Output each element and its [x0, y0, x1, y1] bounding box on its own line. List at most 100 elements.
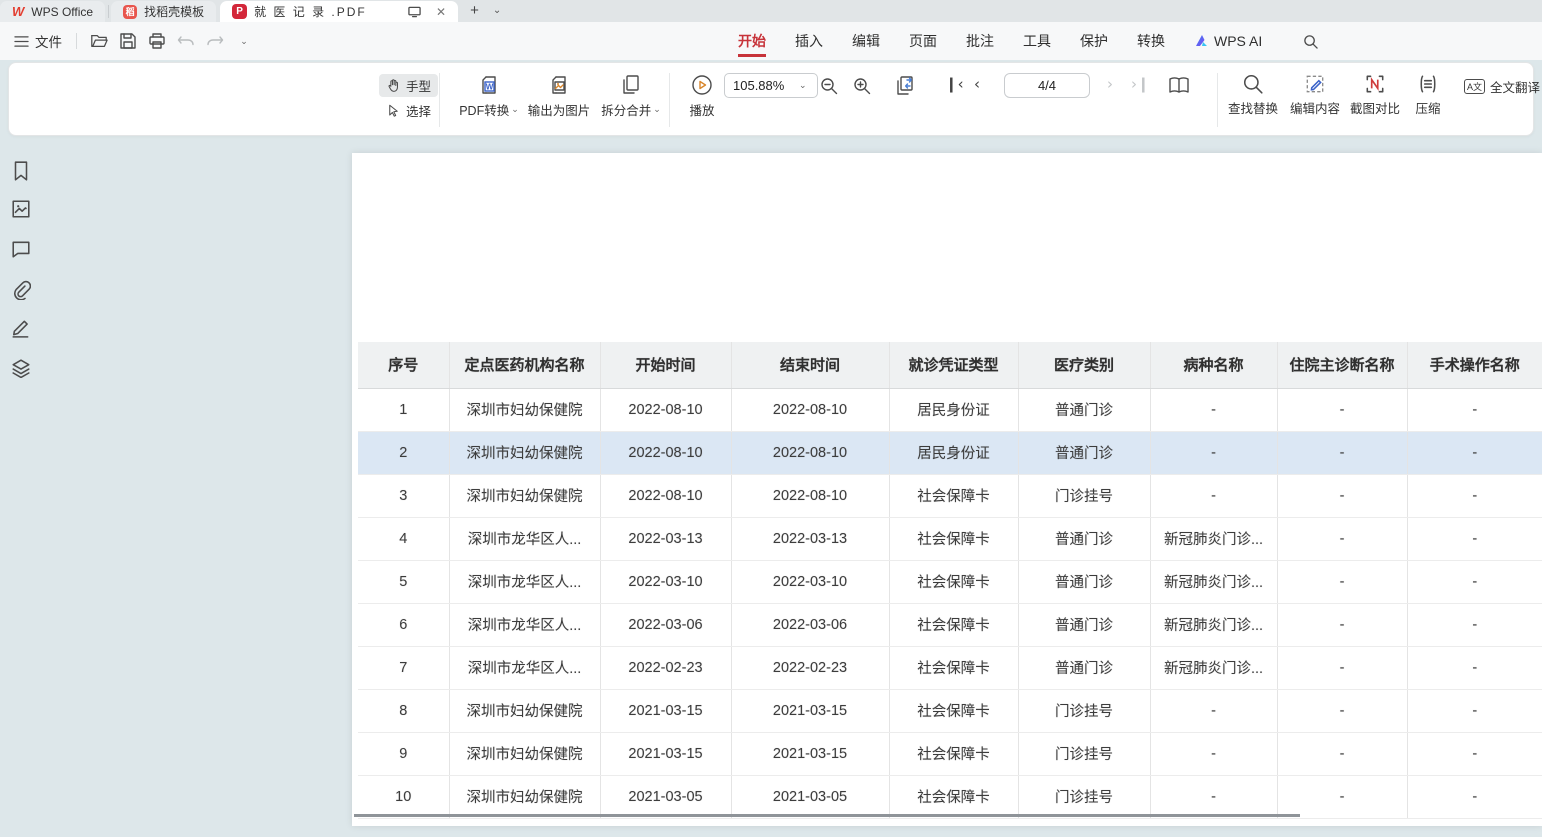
table-cell: 深圳市龙华区人... — [449, 517, 600, 560]
tab-wps-office[interactable]: W WPS Office — [0, 1, 105, 22]
find-replace-icon — [1242, 73, 1264, 95]
first-page-button[interactable]: ❙‹ — [945, 75, 964, 93]
table-cell: 2022-02-23 — [731, 646, 889, 689]
table-cell: 5 — [358, 560, 449, 603]
quick-access-chevron-icon[interactable]: ⌄ — [234, 31, 254, 51]
table-row: 6深圳市龙华区人...2022-03-062022-03-06社会保障卡普通门诊… — [358, 603, 1542, 646]
pdf-convert-button[interactable]: W PDF转换⌄ — [452, 73, 526, 119]
comments-panel-icon[interactable] — [11, 240, 33, 262]
table-cell: 深圳市妇幼保健院 — [449, 689, 600, 732]
new-tab-button[interactable]: + — [470, 2, 479, 19]
zoom-level-select[interactable]: ⌄ — [724, 73, 818, 98]
hand-tool-button[interactable]: 手型 — [379, 74, 438, 97]
split-merge-button[interactable]: 拆分合并⌄ — [594, 73, 668, 119]
ribbon-tab-page[interactable]: 页面 — [909, 23, 937, 59]
hand-icon — [386, 78, 401, 93]
ribbon-tab-convert[interactable]: 转换 — [1137, 23, 1165, 59]
close-tab-icon[interactable]: ✕ — [436, 5, 446, 19]
tab-label: 找稻壳模板 — [144, 3, 204, 20]
table-cell: - — [1277, 431, 1407, 474]
print-icon[interactable] — [147, 31, 167, 51]
table-cell: - — [1407, 388, 1542, 431]
thumbnails-panel-icon[interactable] — [11, 199, 33, 221]
page-number-input[interactable] — [1005, 74, 1089, 97]
screenshot-compare-button[interactable]: 截图对比 — [1343, 73, 1407, 117]
bookmarks-panel-icon[interactable] — [11, 160, 33, 182]
table-cell: - — [1150, 732, 1277, 775]
edit-content-button[interactable]: 编辑内容 — [1283, 73, 1347, 117]
prev-page-button[interactable]: ‹ — [974, 75, 980, 93]
next-page-button[interactable]: › — [1107, 75, 1113, 93]
full-text-translate-button[interactable]: A文 全文翻译 — [1457, 75, 1542, 98]
table-cell: - — [1407, 603, 1542, 646]
table-row: 10深圳市妇幼保健院2021-03-052021-03-05社会保障卡门诊挂号-… — [358, 775, 1542, 818]
table-header-row: 序号定点医药机构名称开始时间结束时间就诊凭证类型医疗类别病种名称住院主诊断名称手… — [358, 342, 1542, 388]
table-cell: - — [1150, 474, 1277, 517]
table-cell: - — [1407, 474, 1542, 517]
table-cell: 2021-03-15 — [600, 732, 731, 775]
ribbon-tab-edit[interactable]: 编辑 — [852, 23, 880, 59]
ribbon-tab-tools[interactable]: 工具 — [1023, 23, 1051, 59]
table-cell: 3 — [358, 474, 449, 517]
table-cell: 6 — [358, 603, 449, 646]
table-cell: 2022-08-10 — [731, 474, 889, 517]
select-tool-button[interactable]: 选择 — [379, 99, 438, 122]
save-icon[interactable] — [118, 31, 138, 51]
table-cell: 深圳市龙华区人... — [449, 560, 600, 603]
screenshot-compare-icon — [1364, 73, 1386, 95]
table-cell: 8 — [358, 689, 449, 732]
hamburger-icon — [14, 35, 29, 48]
open-file-icon[interactable] — [89, 31, 109, 51]
undo-icon[interactable] — [176, 31, 196, 51]
pdf-convert-icon: W — [477, 73, 501, 97]
zoom-in-button[interactable] — [849, 73, 875, 99]
signature-panel-icon[interactable] — [11, 318, 33, 340]
ribbon-tab-home[interactable]: 开始 — [738, 23, 766, 59]
last-page-button[interactable]: ›❙ — [1131, 75, 1150, 93]
layers-panel-icon[interactable] — [11, 358, 33, 380]
tab-docer-templates[interactable]: 稻 找稻壳模板 — [111, 1, 216, 22]
table-cell: - — [1277, 775, 1407, 818]
table-bottom-rule — [354, 814, 1300, 817]
wps-ai-button[interactable]: WPS AI — [1194, 33, 1262, 49]
table-header-cell: 开始时间 — [600, 342, 731, 388]
ribbon-tabs: 开始 插入 编辑 页面 批注 工具 保护 转换 WPS AI — [738, 22, 1318, 60]
table-cell: 门诊挂号 — [1018, 689, 1150, 732]
find-replace-button[interactable]: 查找替换 — [1221, 73, 1285, 117]
tab-pdf-document[interactable]: P 就 医 记 录 .PDF ✕ — [220, 1, 458, 22]
page-number-box[interactable] — [1004, 73, 1090, 98]
pdf-page[interactable]: 序号定点医药机构名称开始时间结束时间就诊凭证类型医疗类别病种名称住院主诊断名称手… — [352, 153, 1542, 826]
replace-pages-icon[interactable] — [892, 73, 918, 99]
attachments-panel-icon[interactable] — [11, 280, 33, 302]
table-cell: - — [1277, 646, 1407, 689]
ribbon-tab-comment[interactable]: 批注 — [966, 23, 994, 59]
table-cell: 新冠肺炎门诊... — [1150, 560, 1277, 603]
tab-list-chevron-icon[interactable]: ⌄ — [493, 5, 501, 16]
ribbon-tab-insert[interactable]: 插入 — [795, 23, 823, 59]
table-header-cell: 就诊凭证类型 — [889, 342, 1018, 388]
table-cell: 2021-03-05 — [600, 775, 731, 818]
table-cell: 2022-03-06 — [731, 603, 889, 646]
table-row: 4深圳市龙华区人...2022-03-132022-03-13社会保障卡普通门诊… — [358, 517, 1542, 560]
table-row: 9深圳市妇幼保健院2021-03-152021-03-15社会保障卡门诊挂号--… — [358, 732, 1542, 775]
menu-search-icon[interactable] — [1303, 34, 1318, 49]
wps-ai-label: WPS AI — [1214, 33, 1262, 49]
table-cell: 普通门诊 — [1018, 388, 1150, 431]
zoom-out-button[interactable] — [816, 73, 842, 99]
redo-icon[interactable] — [205, 31, 225, 51]
table-cell: 普通门诊 — [1018, 560, 1150, 603]
table-cell: 普通门诊 — [1018, 431, 1150, 474]
export-as-image-button[interactable]: 输出为图片 — [522, 73, 596, 119]
table-cell: 2022-08-10 — [600, 431, 731, 474]
file-menu-button[interactable]: 文件 — [0, 31, 76, 51]
compress-button[interactable]: 压缩 — [1401, 73, 1455, 117]
enter-focus-mode-icon[interactable] — [408, 6, 421, 18]
read-mode-book-icon[interactable] — [1166, 73, 1192, 99]
ribbon-tab-protect[interactable]: 保护 — [1080, 23, 1108, 59]
zoom-level-input[interactable] — [733, 78, 791, 93]
table-cell: 2022-03-13 — [731, 517, 889, 560]
table-cell: - — [1277, 517, 1407, 560]
table-cell: 社会保障卡 — [889, 603, 1018, 646]
play-label: 播放 — [689, 100, 714, 119]
table-cell: 2021-03-05 — [731, 775, 889, 818]
